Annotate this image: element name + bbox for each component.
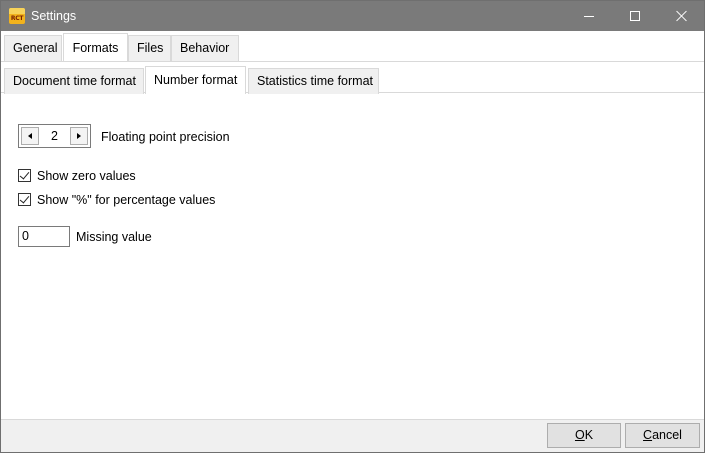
increment-button[interactable] [70,127,88,145]
precision-value[interactable]: 2 [40,125,69,147]
title-bar[interactable]: RCT Settings [1,1,704,31]
show-zero-label[interactable]: Show zero values [37,168,136,184]
tab-formats[interactable]: Formats [63,33,128,61]
dialog-footer: OK Cancel [1,420,704,452]
tab-document-time-format[interactable]: Document time format [4,68,144,94]
missing-value-label: Missing value [76,230,152,244]
app-icon: RCT [9,8,25,24]
missing-value-input[interactable]: 0 [18,226,70,247]
maximize-icon [630,11,640,21]
minimize-button[interactable] [566,1,612,31]
settings-window: RCT Settings General Files Behavior Form… [0,0,705,453]
tab-behavior[interactable]: Behavior [171,35,239,61]
ok-mnemonic: O [574,428,585,442]
arrow-left-icon [28,133,32,139]
minimize-icon [584,15,594,17]
cancel-button[interactable]: Cancel [625,423,700,448]
window-title: Settings [31,9,77,23]
precision-stepper[interactable]: 2 [18,124,91,148]
tab-files[interactable]: Files [128,35,171,61]
arrow-right-icon [77,133,81,139]
tab-general[interactable]: General [4,35,62,61]
show-percent-checkbox[interactable] [18,193,31,206]
tab-statistics-time-format[interactable]: Statistics time format [248,68,379,94]
show-percent-label[interactable]: Show "%" for percentage values [37,192,215,208]
close-icon [675,10,687,22]
cancel-mnemonic: C [643,428,653,442]
precision-label: Floating point precision [101,130,230,144]
checkmark-icon [19,193,30,204]
decrement-button[interactable] [21,127,39,145]
app-icon-text: RCT [10,15,24,22]
checkmark-icon [19,169,30,180]
ok-label-rest: K [584,428,594,442]
tab-number-format[interactable]: Number format [145,66,246,94]
ok-button[interactable]: OK [547,423,621,448]
show-zero-checkbox[interactable] [18,169,31,182]
cancel-label-rest: ancel [652,428,682,442]
close-button[interactable] [658,1,704,31]
maximize-button[interactable] [612,1,658,31]
